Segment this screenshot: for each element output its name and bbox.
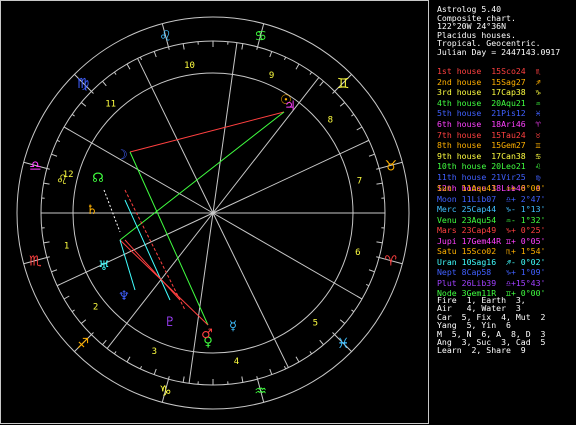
planet-row: Mars 23Cap49 ♑+ 0°25' xyxy=(437,225,546,235)
house-row: 2nd house 15Sag27 ♐ xyxy=(437,76,541,87)
zodiac-sign-icon: ♐ xyxy=(77,336,90,352)
house-row: 3rd house 17Cap38 ♑ xyxy=(437,87,541,98)
house-number: 8 xyxy=(328,116,333,126)
summary-line: Learn 2, Share 9 xyxy=(437,345,526,356)
zodiac-sign-icon: ♈ xyxy=(384,254,397,270)
zodiac-sign-icon: ♌ xyxy=(159,28,172,44)
house-number: 2 xyxy=(93,302,98,312)
planet-row: Merc 25Cap44 ♑- 1°13' xyxy=(437,204,546,214)
zodiac-sign-icon: ♋ xyxy=(254,28,267,44)
house-number: 6 xyxy=(355,248,360,258)
house-row: 6th house 18Ari46 ♈ xyxy=(437,119,541,129)
planet-row: Venu 23Aqu54 ♒- 1°32' xyxy=(437,214,546,225)
planet-icon: ☽ xyxy=(116,148,128,163)
planet-icon: ♄ xyxy=(86,203,98,218)
house-row: 9th house 17Can38 ♋ xyxy=(437,150,541,161)
zodiac-sign-icon: ♏ xyxy=(29,254,42,270)
zodiac-sign-icon: ♉ xyxy=(384,158,397,174)
house-row: 1st house 15Sco24 ♏ xyxy=(437,66,541,76)
house-number: 9 xyxy=(269,71,274,81)
planet-row: Moon 11Lib07 ♎+ 2°47' xyxy=(437,193,546,204)
house-number: 10 xyxy=(184,61,195,71)
planet-icon: ♅ xyxy=(98,259,110,274)
house-number: 1 xyxy=(64,241,69,251)
planet-icon: ♌ xyxy=(56,173,68,188)
planet-row: Nept 8Cap58 ♑+ 1°09' xyxy=(437,267,546,277)
planet-icon: ♂ xyxy=(201,327,213,342)
planet-icon: ☊ xyxy=(92,171,104,186)
house-row: 10th house 20Leo21 ♌ xyxy=(437,161,541,172)
zodiac-sign-icon: ♍ xyxy=(77,76,90,92)
planet-icon: ♇ xyxy=(164,315,176,330)
house-number: 7 xyxy=(357,177,362,187)
zodiac-sign-icon: ♎ xyxy=(29,158,42,174)
house-row: 4th house 20Aqu21 ♒ xyxy=(437,97,541,108)
house-number: 3 xyxy=(152,347,157,357)
info-line: Julian Day = 2447143.0917 xyxy=(437,47,561,57)
planet-row: Sun 11Aqu43 ♒+ 0°00' xyxy=(437,183,546,193)
house-row: 5th house 21Pis12 ♓ xyxy=(437,108,541,119)
planet-icon: ♃ xyxy=(284,99,296,114)
planet-row: Uran 10Sag16 ♐- 0°02' xyxy=(437,256,546,267)
house-row: 7th house 15Tau24 ♉ xyxy=(437,129,541,140)
house-row: 8th house 15Gem27 ♊ xyxy=(437,140,541,151)
house-number: 4 xyxy=(234,357,239,367)
chart-wheel: ♈♉♊♋♌♍♎♏♐♑ ♒♓ 123456789101112 ☉☽☿♀♂♃♄♅♆♇☊… xyxy=(0,0,429,424)
planet-icon: ☿ xyxy=(229,319,237,334)
zodiac-sign-icon: ♒ xyxy=(254,384,267,400)
info-panel: Astrolog 5.40 Composite chart. 122°20W 24°… xyxy=(430,0,576,425)
house-row: 11th house 21Vir25 ♍ xyxy=(437,172,541,182)
zodiac-sign-icon: ♓ xyxy=(337,336,350,352)
zodiac-sign-icon: ♊ xyxy=(337,76,350,92)
planet-row: Satu 15Sco02 ♏+ 1°54' xyxy=(437,246,546,256)
planet-icon: ♆ xyxy=(118,289,130,304)
zodiac-sign-icon: ♑ xyxy=(159,384,172,400)
planet-row: Plut 26Lib39 ♎+15°43' xyxy=(437,277,546,288)
house-number: 5 xyxy=(313,319,318,329)
planet-row: Jupi 17Gem44R ♊+ 0°05' xyxy=(437,235,546,246)
house-number: 11 xyxy=(105,99,116,109)
